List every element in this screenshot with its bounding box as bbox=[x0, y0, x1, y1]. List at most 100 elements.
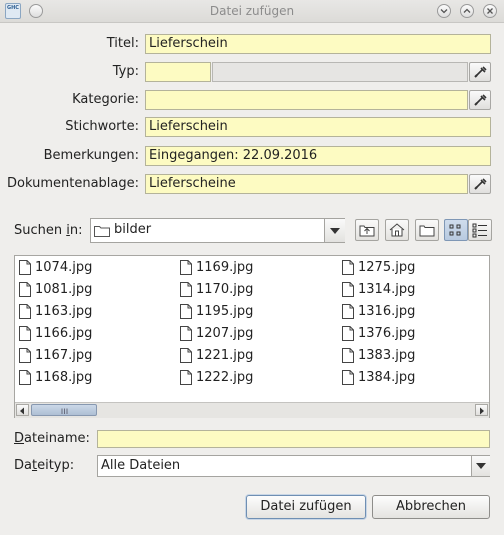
look-in-combo[interactable]: bilder bbox=[90, 218, 345, 243]
file-item[interactable]: 1163.jpg bbox=[19, 301, 92, 323]
filetype-label: Dateityp: bbox=[14, 458, 75, 473]
file-icon bbox=[342, 260, 354, 275]
list-view-icon bbox=[449, 224, 461, 236]
new-folder-button[interactable] bbox=[415, 219, 439, 241]
arrow-right-icon bbox=[480, 407, 484, 415]
file-name: 1163.jpg bbox=[35, 304, 93, 319]
remarks-field[interactable]: Eingegangen: 22.09.2016 bbox=[145, 146, 491, 166]
file-name: 1275.jpg bbox=[358, 260, 416, 275]
eyedropper-icon bbox=[474, 94, 487, 106]
file-item[interactable]: 1384.jpg bbox=[342, 367, 415, 389]
type-field[interactable] bbox=[145, 62, 211, 82]
look-in-value: bilder bbox=[114, 222, 152, 237]
folder-icon bbox=[94, 226, 110, 237]
file-item[interactable]: 1207.jpg bbox=[180, 323, 253, 345]
scroll-right-button[interactable] bbox=[475, 404, 488, 416]
file-icon bbox=[180, 370, 192, 385]
cancel-button[interactable]: Abbrechen bbox=[372, 495, 490, 519]
close-icon bbox=[487, 8, 493, 14]
file-item[interactable]: 1169.jpg bbox=[180, 257, 253, 279]
chevron-down-icon bbox=[330, 228, 340, 234]
scrollbar-thumb[interactable] bbox=[31, 404, 97, 416]
close-button[interactable] bbox=[483, 4, 497, 18]
file-icon bbox=[180, 282, 192, 297]
eyedropper-icon bbox=[474, 178, 487, 190]
file-icon bbox=[19, 348, 31, 363]
file-item[interactable]: 1383.jpg bbox=[342, 345, 415, 367]
file-item[interactable]: 1167.jpg bbox=[19, 345, 92, 367]
keywords-label: Stichworte: bbox=[65, 119, 139, 134]
keywords-field[interactable]: Lieferschein bbox=[145, 117, 491, 137]
title-label: Titel: bbox=[106, 36, 139, 51]
filetype-value: Alle Dateien bbox=[101, 458, 181, 473]
chevron-down-icon bbox=[440, 9, 448, 14]
file-item[interactable]: 1275.jpg bbox=[342, 257, 415, 279]
file-icon bbox=[342, 282, 354, 297]
file-icon bbox=[342, 304, 354, 319]
file-icon bbox=[19, 304, 31, 319]
file-icon bbox=[342, 370, 354, 385]
file-item[interactable]: 1074.jpg bbox=[19, 257, 92, 279]
file-item[interactable]: 1081.jpg bbox=[19, 279, 92, 301]
storage-field[interactable]: Lieferscheine bbox=[145, 174, 468, 194]
file-item[interactable]: 1195.jpg bbox=[180, 301, 253, 323]
file-name: 1222.jpg bbox=[196, 370, 254, 385]
filename-label: Dateiname: bbox=[14, 431, 90, 446]
file-name: 1166.jpg bbox=[35, 326, 93, 341]
storage-picker-button[interactable] bbox=[469, 174, 491, 194]
file-icon bbox=[180, 304, 192, 319]
file-icon bbox=[342, 348, 354, 363]
filename-field[interactable] bbox=[97, 430, 490, 448]
up-one-level-button[interactable] bbox=[355, 219, 379, 241]
file-name: 1376.jpg bbox=[358, 326, 416, 341]
file-icon bbox=[19, 370, 31, 385]
type-picker-button[interactable] bbox=[469, 62, 491, 82]
title-field[interactable]: Lieferschein bbox=[145, 34, 491, 54]
file-item[interactable]: 1168.jpg bbox=[19, 367, 92, 389]
list-view-toggle[interactable] bbox=[444, 219, 468, 241]
file-name: 1081.jpg bbox=[35, 282, 93, 297]
look-in-dropdown-button[interactable] bbox=[324, 219, 345, 242]
filetype-combo[interactable]: Alle Dateien bbox=[97, 455, 490, 477]
filetype-dropdown-button[interactable] bbox=[471, 456, 490, 476]
folder-up-icon bbox=[359, 225, 375, 237]
file-list[interactable]: 1074.jpg 1081.jpg 1163.jpg 1166.jpg 1167.jpg… bbox=[14, 255, 490, 418]
file-icon bbox=[180, 326, 192, 341]
file-item[interactable]: 1314.jpg bbox=[342, 279, 415, 301]
file-item[interactable]: 1166.jpg bbox=[19, 323, 92, 345]
file-name: 1221.jpg bbox=[196, 348, 254, 363]
file-name: 1383.jpg bbox=[358, 348, 416, 363]
remarks-label: Bemerkungen: bbox=[43, 148, 139, 163]
add-file-button[interactable]: Datei zufügen bbox=[246, 495, 366, 519]
category-picker-button[interactable] bbox=[469, 90, 491, 110]
file-item[interactable]: 1222.jpg bbox=[180, 367, 253, 389]
file-name: 1074.jpg bbox=[35, 260, 93, 275]
horizontal-scrollbar[interactable] bbox=[15, 402, 489, 418]
file-item[interactable]: 1221.jpg bbox=[180, 345, 253, 367]
type-label: Typ: bbox=[112, 64, 139, 79]
file-item[interactable]: 1170.jpg bbox=[180, 279, 253, 301]
file-name: 1168.jpg bbox=[35, 370, 93, 385]
file-item[interactable]: 1316.jpg bbox=[342, 301, 415, 323]
file-name: 1207.jpg bbox=[196, 326, 254, 341]
category-field[interactable] bbox=[145, 90, 468, 110]
file-icon bbox=[19, 326, 31, 341]
scroll-left-button[interactable] bbox=[16, 404, 29, 416]
file-name: 1167.jpg bbox=[35, 348, 93, 363]
category-label: Kategorie: bbox=[72, 92, 139, 107]
storage-label: Dokumentenablage: bbox=[7, 176, 139, 191]
home-button[interactable] bbox=[385, 219, 409, 241]
look-in-label: Suchen in: bbox=[14, 223, 83, 238]
type-description-field bbox=[212, 62, 468, 82]
file-icon bbox=[19, 282, 31, 297]
home-icon bbox=[389, 223, 405, 237]
file-item[interactable]: 1376.jpg bbox=[342, 323, 415, 345]
arrow-left-icon bbox=[20, 407, 24, 415]
chevron-up-icon bbox=[463, 8, 471, 13]
maximize-button[interactable] bbox=[460, 4, 474, 18]
details-view-toggle[interactable] bbox=[468, 219, 492, 241]
file-name: 1384.jpg bbox=[358, 370, 416, 385]
file-icon bbox=[342, 326, 354, 341]
minimize-button[interactable] bbox=[437, 4, 451, 18]
window-title: Datei zufügen bbox=[209, 4, 295, 18]
